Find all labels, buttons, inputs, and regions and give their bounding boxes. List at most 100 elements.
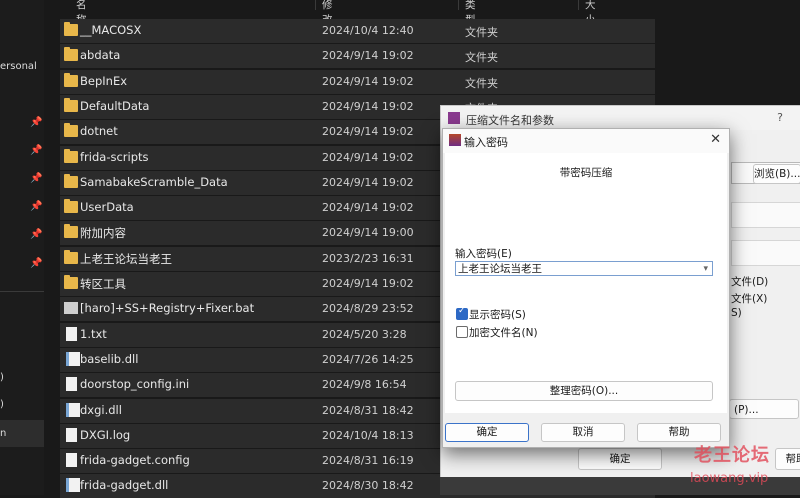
winrar-icon <box>449 134 461 146</box>
archive-ok-button[interactable]: 确定 <box>578 448 662 470</box>
organize-passwords-button[interactable]: 整理密码(O)... <box>455 381 713 401</box>
dll-file-icon <box>66 351 80 366</box>
file-date: 2024/10/4 12:40 <box>322 24 414 37</box>
file-date: 2024/8/31 16:19 <box>322 454 414 468</box>
folder-icon <box>64 72 78 87</box>
folder-icon <box>64 224 78 239</box>
file-date: 2024/5/20 3:28 <box>322 327 407 341</box>
file-date: 2024/10/4 18:13 <box>322 428 414 442</box>
file-row[interactable]: BepInEx 2024/9/14 19:02 文件夹 <box>60 69 655 94</box>
password-ok-button[interactable]: 确定 <box>445 423 529 442</box>
file-date: 2024/8/30 18:42 <box>322 479 414 493</box>
nav-item-personal-label: ersonal <box>0 61 37 72</box>
file-date: 2024/9/14 19:02 <box>322 49 414 63</box>
encrypt-filenames-label[interactable]: 加密文件名(N) <box>469 325 538 340</box>
file-date: 2024/9/14 19:02 <box>322 125 414 139</box>
show-password-checkbox[interactable] <box>456 306 468 320</box>
file-date: 2024/9/14 19:02 <box>322 74 414 88</box>
pin-icon[interactable]: 📌 <box>30 201 42 212</box>
file-type: 文件夹 <box>465 76 498 90</box>
text-file-icon <box>66 326 77 341</box>
nav-item-label: n <box>0 428 7 439</box>
folder-icon <box>64 199 78 214</box>
folder-icon <box>64 22 78 36</box>
file-date: 2024/9/14 19:02 <box>322 201 414 215</box>
nav-item-drive[interactable]: ) <box>0 372 44 394</box>
nav-item-drive[interactable]: n <box>0 428 44 450</box>
option-fragment-d[interactable]: 文件(D) <box>731 274 768 289</box>
archive-dialog-titlebar[interactable]: 压缩文件名和参数 ? <box>441 106 800 130</box>
file-date: 2024/9/8 16:54 <box>322 378 407 392</box>
password-help-button[interactable]: 帮助 <box>637 423 721 442</box>
folder-icon <box>64 47 78 62</box>
file-name: 转区工具 <box>80 277 126 291</box>
option-fragment-s[interactable]: S) <box>731 307 742 319</box>
file-row[interactable]: abdata 2024/9/14 19:02 文件夹 <box>60 44 655 69</box>
pin-icon[interactable]: 📌 <box>30 229 42 240</box>
config-file-icon <box>66 377 77 392</box>
folder-icon <box>64 97 78 112</box>
dll-file-icon <box>66 478 80 493</box>
password-panel: 带密码压缩 输入密码(E) 上老王论坛当老王 ▾ 显示密码(S) 加密文件名(N… <box>445 153 727 413</box>
folder-icon <box>64 123 78 138</box>
file-name: 上老王论坛当老王 <box>80 251 172 266</box>
file-name: BepInEx <box>80 73 128 88</box>
encrypt-filenames-checkbox[interactable] <box>456 326 468 338</box>
file-type: 文件夹 <box>465 26 498 39</box>
file-name: UserData <box>80 200 134 215</box>
file-name: baselib.dll <box>80 351 139 366</box>
close-icon[interactable]: ✕ <box>710 132 721 147</box>
browse-button[interactable]: 浏览(B)... <box>753 164 800 184</box>
pin-icon[interactable]: 📌 <box>30 117 42 128</box>
pin-icon[interactable]: 📌 <box>30 173 42 184</box>
batch-file-icon <box>64 302 78 315</box>
file-name: frida-gadget.dll <box>80 478 169 493</box>
pin-icon[interactable]: 📌 <box>30 145 42 156</box>
file-type: 文件夹 <box>465 51 498 65</box>
file-name: dotnet <box>80 124 118 139</box>
file-date: 2024/7/26 14:25 <box>322 352 414 366</box>
archive-help-button[interactable]: 帮助 <box>775 448 800 470</box>
file-date: 2024/9/14 19:02 <box>322 99 414 113</box>
nav-divider <box>0 291 44 292</box>
password-dialog-title: 输入密码 <box>464 136 508 149</box>
navigation-pane: ersonal 📌 📌 📌 📌 📌 📌 ) ) n <box>0 0 44 495</box>
file-name: frida-gadget.config <box>80 453 190 468</box>
watermark-url: laowang.vip <box>690 471 769 486</box>
file-name: __MACOSX <box>80 23 142 37</box>
password-dialog-titlebar[interactable]: 输入密码 ✕ <box>443 129 729 153</box>
password-input[interactable]: 上老王论坛当老王 ▾ <box>455 261 713 276</box>
chevron-down-icon[interactable]: ▾ <box>703 262 708 277</box>
text-file-icon <box>66 427 77 442</box>
file-date: 2024/9/14 19:02 <box>322 150 414 164</box>
file-name: [haro]+SS+Registry+Fixer.bat <box>80 301 255 316</box>
file-name: frida-scripts <box>80 149 149 164</box>
password-value: 上老王论坛当老王 <box>458 263 542 275</box>
file-date: 2024/8/31 18:42 <box>322 403 414 417</box>
file-name: SamabakeScramble_Data <box>80 174 228 189</box>
archive-dialog-title: 压缩文件名和参数 <box>466 114 554 127</box>
winrar-icon <box>448 112 460 124</box>
dll-file-icon <box>66 402 80 417</box>
pin-icon[interactable]: 📌 <box>30 258 42 269</box>
file-name: DefaultData <box>80 98 150 113</box>
file-name: doorstop_config.ini <box>80 377 190 392</box>
option-fragment-x[interactable]: 文件(X) <box>731 291 767 306</box>
nav-item-label: ) <box>0 399 4 410</box>
nav-item-personal[interactable]: ersonal <box>0 61 44 83</box>
file-name: DXGI.log <box>80 427 131 442</box>
help-icon[interactable]: ? <box>777 111 783 124</box>
config-file-icon <box>66 453 77 468</box>
file-name: abdata <box>80 48 121 63</box>
password-cancel-button[interactable]: 取消 <box>541 423 625 442</box>
show-password-label[interactable]: 显示密码(S) <box>469 307 526 322</box>
file-row[interactable]: __MACOSX 2024/10/4 12:40 文件夹 <box>60 19 655 43</box>
set-password-button[interactable]: (P)... <box>729 399 799 419</box>
password-heading: 带密码压缩 <box>559 167 613 179</box>
nav-item-drive[interactable]: ) <box>0 399 44 421</box>
folder-icon <box>64 148 78 163</box>
password-label: 输入密码(E) <box>455 248 512 260</box>
password-dialog: 输入密码 ✕ 带密码压缩 输入密码(E) 上老王论坛当老王 ▾ 显示密码(S) … <box>442 128 730 448</box>
file-name: dxgi.dll <box>80 402 122 417</box>
watermark-text: 老王论坛 <box>694 445 770 466</box>
